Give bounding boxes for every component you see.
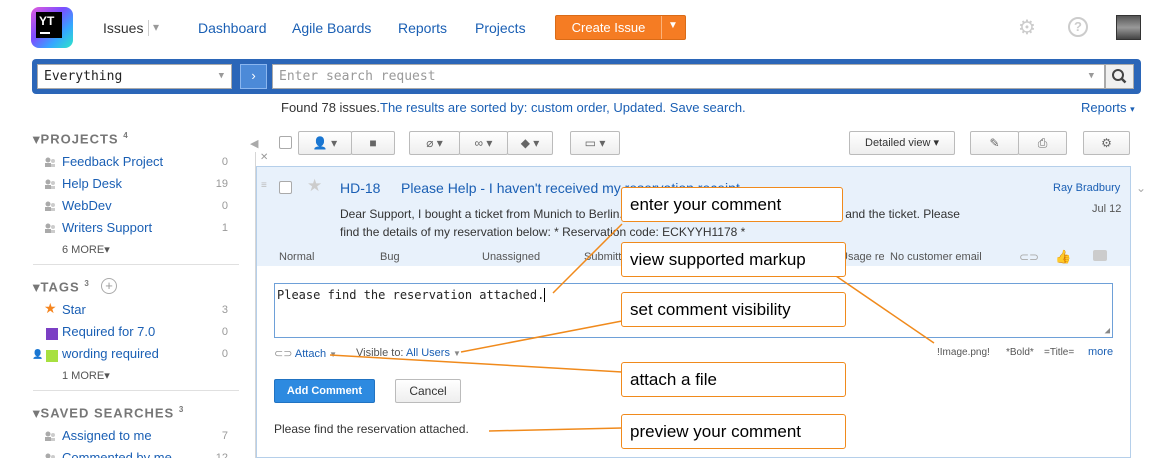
callout-preview-comment: preview your comment [621, 414, 846, 449]
callout-lines [329, 223, 935, 432]
callout-enter-comment: enter your comment [621, 187, 843, 222]
callout-view-markup: view supported markup [621, 242, 846, 277]
callout-comment-visibility: set comment visibility [621, 292, 846, 327]
callout-attach-file: attach a file [621, 362, 846, 397]
